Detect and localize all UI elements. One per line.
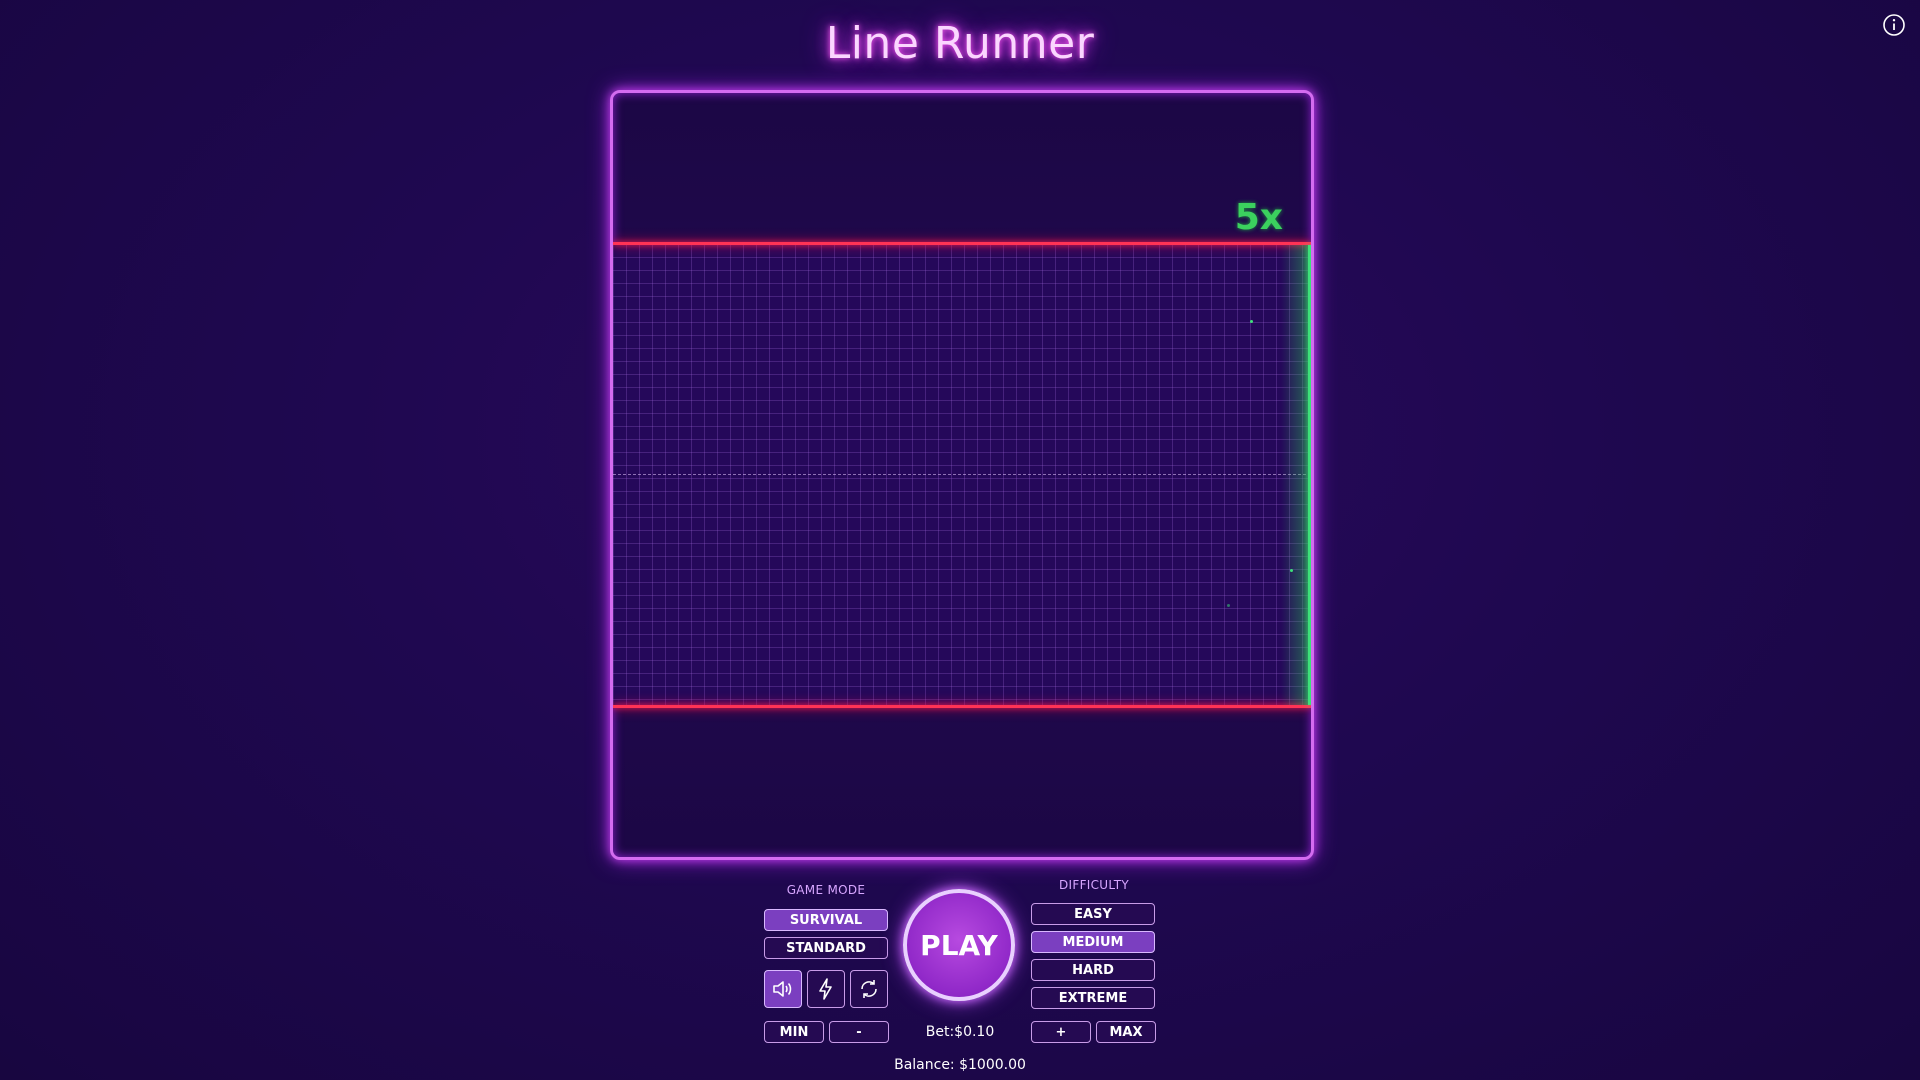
finish-glow bbox=[1281, 245, 1311, 705]
particle bbox=[1250, 320, 1253, 323]
bet-amount: Bet:$0.10 bbox=[925, 1024, 995, 1040]
top-boundary-line bbox=[613, 242, 1311, 245]
decrease-bet-button[interactable]: - bbox=[829, 1021, 889, 1043]
increase-bet-button[interactable]: + bbox=[1031, 1021, 1091, 1043]
center-line bbox=[613, 474, 1311, 475]
mode-survival-button[interactable]: SURVIVAL bbox=[764, 909, 888, 931]
game-title: Line Runner bbox=[825, 18, 1095, 69]
track-grid bbox=[613, 244, 1311, 706]
balance-amount: Balance: $1000.00 bbox=[894, 1057, 1026, 1073]
multiplier-label: 5x bbox=[1234, 197, 1283, 238]
bottom-boundary-line bbox=[613, 705, 1311, 708]
turbo-button[interactable] bbox=[807, 970, 845, 1008]
sound-button[interactable] bbox=[764, 970, 802, 1008]
game-mode-label: GAME MODE bbox=[786, 883, 866, 897]
refresh-icon bbox=[861, 980, 877, 998]
play-button[interactable]: PLAY bbox=[903, 889, 1015, 1001]
difficulty-extreme-button[interactable]: EXTREME bbox=[1031, 987, 1155, 1009]
min-bet-button[interactable]: MIN bbox=[764, 1021, 824, 1043]
finish-line bbox=[1308, 245, 1311, 705]
speaker-icon bbox=[773, 981, 792, 997]
difficulty-label: DIFFICULTY bbox=[1059, 878, 1129, 892]
particle bbox=[1290, 569, 1293, 572]
lightning-icon bbox=[819, 978, 832, 1000]
max-bet-button[interactable]: MAX bbox=[1096, 1021, 1156, 1043]
autoplay-button[interactable] bbox=[850, 970, 888, 1008]
difficulty-easy-button[interactable]: EASY bbox=[1031, 903, 1155, 925]
mode-standard-button[interactable]: STANDARD bbox=[764, 937, 888, 959]
particle bbox=[1227, 604, 1230, 607]
game-board[interactable]: 5x bbox=[610, 90, 1314, 860]
info-icon[interactable] bbox=[1882, 13, 1906, 37]
difficulty-hard-button[interactable]: HARD bbox=[1031, 959, 1155, 981]
difficulty-medium-button[interactable]: MEDIUM bbox=[1031, 931, 1155, 953]
